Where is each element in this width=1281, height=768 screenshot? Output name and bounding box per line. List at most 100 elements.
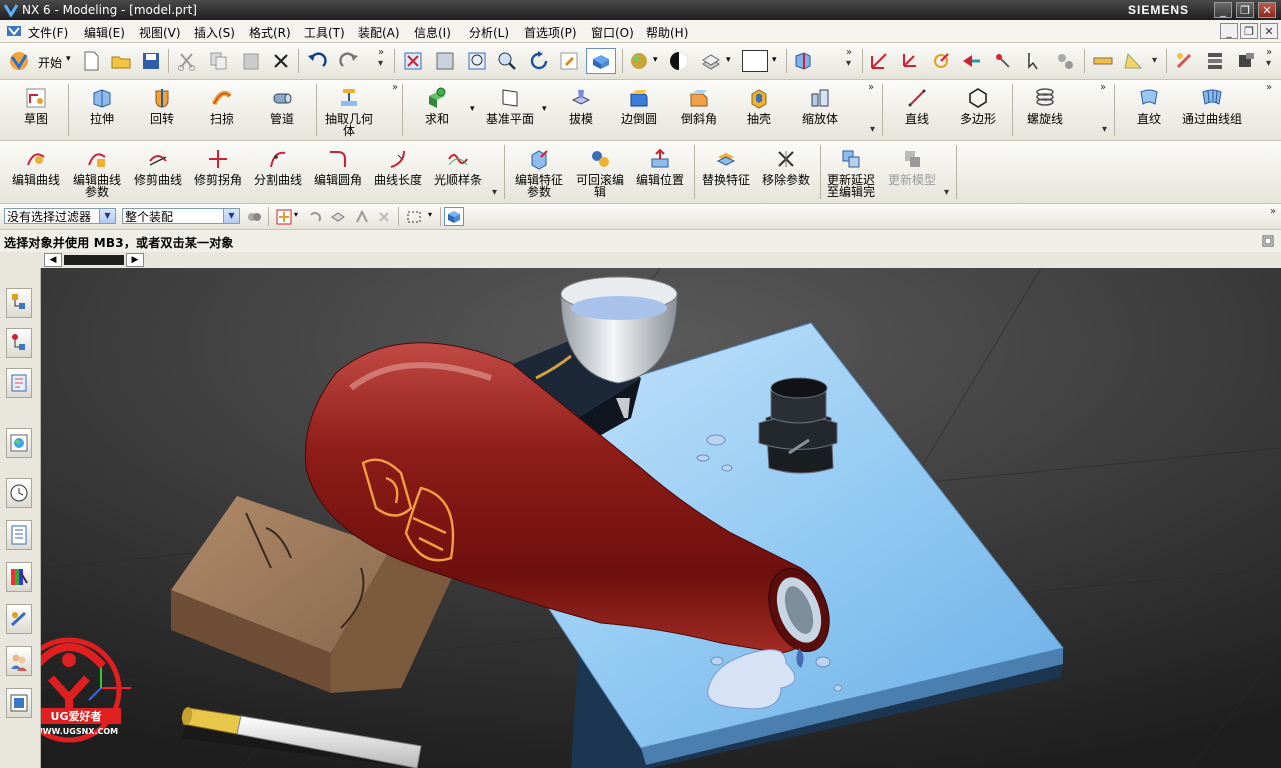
smooth-spline-button[interactable]: 光顺样条 xyxy=(430,147,486,186)
draft-button[interactable]: 拔模 xyxy=(554,86,608,125)
model-scene[interactable]: UG爱好者 WWW.UGSNX.COM xyxy=(41,268,1281,768)
polygon-button[interactable]: 多边形 xyxy=(950,86,1006,125)
close-button[interactable]: ✕ xyxy=(1258,2,1276,18)
revolve-button[interactable]: 回转 xyxy=(134,86,190,125)
copy-icon[interactable] xyxy=(208,50,230,72)
menu-format[interactable]: 格式(R) xyxy=(249,24,291,41)
toolbar-options-icon[interactable]: » ▾ xyxy=(378,47,384,69)
paste-icon[interactable] xyxy=(240,50,262,72)
edit-curve-params-button[interactable]: 编辑曲线参数 xyxy=(68,147,126,198)
delay-update-button[interactable]: 更新延迟至编辑完 xyxy=(822,147,880,198)
roles-tab[interactable] xyxy=(6,646,32,676)
doc-minimize-button[interactable]: _ xyxy=(1220,23,1238,39)
measure-angle-icon[interactable] xyxy=(1122,50,1144,72)
select-face-icon[interactable] xyxy=(376,209,392,225)
wcs-origin-icon[interactable] xyxy=(868,50,890,72)
assembly-navigator-icon[interactable] xyxy=(1174,50,1196,72)
rectangle-select-icon[interactable] xyxy=(406,209,422,225)
edit-fillet-button[interactable]: 编辑圆角 xyxy=(310,147,366,186)
menu-preferences[interactable]: 首选项(P) xyxy=(524,24,577,41)
sweep-button[interactable]: 扫掠 xyxy=(194,86,250,125)
rotate-icon[interactable] xyxy=(528,50,550,72)
extrude-button[interactable]: 拉伸 xyxy=(74,86,130,125)
select-solid-icon[interactable] xyxy=(330,209,346,225)
assembly-constraint-icon[interactable] xyxy=(1236,50,1258,72)
selection-scope-dropdown[interactable]: 整个装配 ▼ xyxy=(122,208,240,224)
trim-corner-button[interactable]: 修剪拐角 xyxy=(190,147,246,186)
shell-button[interactable]: 抽壳 xyxy=(732,86,786,125)
menu-edit[interactable]: 编辑(E) xyxy=(84,24,125,41)
background-dropdown-icon[interactable]: ▾ xyxy=(772,55,777,65)
render-dropdown-icon[interactable]: ▾ xyxy=(653,55,658,65)
wcs-orient-icon[interactable] xyxy=(960,50,982,72)
curve-options-icon[interactable]: » xyxy=(1100,82,1106,93)
black-fitting[interactable] xyxy=(758,377,838,474)
zoom-in-out-icon[interactable] xyxy=(496,50,518,72)
tab-scroll-right-button[interactable]: ▶ xyxy=(126,253,144,267)
start-button[interactable]: 开始 xyxy=(38,54,62,71)
unite-dropdown-icon[interactable]: ▾ xyxy=(470,104,475,114)
background-color-button[interactable] xyxy=(742,50,768,72)
add-component-icon[interactable] xyxy=(1204,50,1226,72)
feature-dropdown-icon[interactable]: ▾ xyxy=(870,124,875,135)
new-file-icon[interactable] xyxy=(80,50,102,72)
zoom-icon[interactable] xyxy=(466,50,488,72)
snap-point-icon[interactable] xyxy=(1024,50,1046,72)
open-folder-icon[interactable] xyxy=(110,50,132,72)
fit-view-icon[interactable] xyxy=(402,50,424,72)
divide-curve-button[interactable]: 分割曲线 xyxy=(250,147,306,186)
select-feature-icon[interactable] xyxy=(354,209,370,225)
assembly-options-icon[interactable]: » ▾ xyxy=(1266,47,1272,69)
selection-toolbar-options-icon[interactable]: » xyxy=(1270,206,1276,217)
shaded-view-button[interactable] xyxy=(586,48,616,74)
orient-view-icon[interactable] xyxy=(668,50,690,72)
minimize-button[interactable]: _ xyxy=(1214,2,1232,18)
wcs-display-icon[interactable] xyxy=(992,50,1014,72)
helix-button[interactable]: 螺旋线 xyxy=(1018,86,1072,125)
layer-dropdown-icon[interactable]: ▾ xyxy=(726,55,731,65)
cue-expand-icon[interactable] xyxy=(1262,235,1274,247)
redo-icon[interactable] xyxy=(338,50,360,72)
delete-icon[interactable] xyxy=(270,50,292,72)
menu-window[interactable]: 窗口(O) xyxy=(591,24,634,41)
assembly-navigator-tab[interactable] xyxy=(6,288,32,318)
sketch-button[interactable]: 草图 xyxy=(8,86,64,125)
history-tab[interactable] xyxy=(6,478,32,508)
menu-view[interactable]: 视图(V) xyxy=(139,24,181,41)
unite-button[interactable]: 求和 xyxy=(410,86,464,125)
measure-distance-icon[interactable] xyxy=(1092,50,1114,72)
ruled-button[interactable]: 直纹 xyxy=(1122,86,1176,125)
reuse-library-tab[interactable] xyxy=(6,604,32,634)
feature-options-icon[interactable]: » xyxy=(868,82,874,93)
wcs-save-icon[interactable] xyxy=(1054,50,1076,72)
cut-icon[interactable] xyxy=(176,50,198,72)
edit-position-button[interactable]: 编辑位置 xyxy=(632,147,688,186)
menu-information[interactable]: 信息(I) xyxy=(414,24,451,41)
layer-view-icon[interactable] xyxy=(700,50,722,72)
datum-plane-button[interactable]: 基准平面 xyxy=(480,86,540,125)
edit-curve-dropdown-icon[interactable]: ▾ xyxy=(492,187,497,198)
doc-restore-button[interactable]: ❐ xyxy=(1240,23,1258,39)
extract-geometry-button[interactable]: 抽取几何体 xyxy=(320,86,378,137)
doc-close-button[interactable]: ✕ xyxy=(1260,23,1278,39)
menu-assembly[interactable]: 装配(A) xyxy=(358,24,400,41)
snap-point-toggle-icon[interactable] xyxy=(276,209,292,225)
curve-length-button[interactable]: 曲线长度 xyxy=(370,147,426,186)
update-model-button[interactable]: 更新模型 xyxy=(884,147,940,186)
scale-body-button[interactable]: 缩放体 xyxy=(790,86,850,125)
undo-select-icon[interactable] xyxy=(306,209,322,225)
tab-scroll-thumb[interactable] xyxy=(64,255,124,265)
zoom-window-icon[interactable] xyxy=(434,50,456,72)
constraint-navigator-tab[interactable] xyxy=(6,328,32,358)
measure-dropdown-icon[interactable]: ▾ xyxy=(1152,55,1157,66)
wcs-dynamic-icon[interactable] xyxy=(898,50,920,72)
menu-analysis[interactable]: 分析(L) xyxy=(469,24,509,41)
tube-button[interactable]: 管道 xyxy=(254,86,310,125)
general-select-icon[interactable] xyxy=(246,209,262,225)
edit-feature-dropdown-icon[interactable]: ▾ xyxy=(944,187,949,198)
datum-dropdown-icon[interactable]: ▾ xyxy=(542,104,547,114)
line-button[interactable]: 直线 xyxy=(890,86,944,125)
menu-tools[interactable]: 工具(T) xyxy=(304,24,345,41)
view-toolbar-options-icon[interactable]: » ▾ xyxy=(846,47,852,69)
menu-file[interactable]: 文件(F) xyxy=(28,24,68,41)
